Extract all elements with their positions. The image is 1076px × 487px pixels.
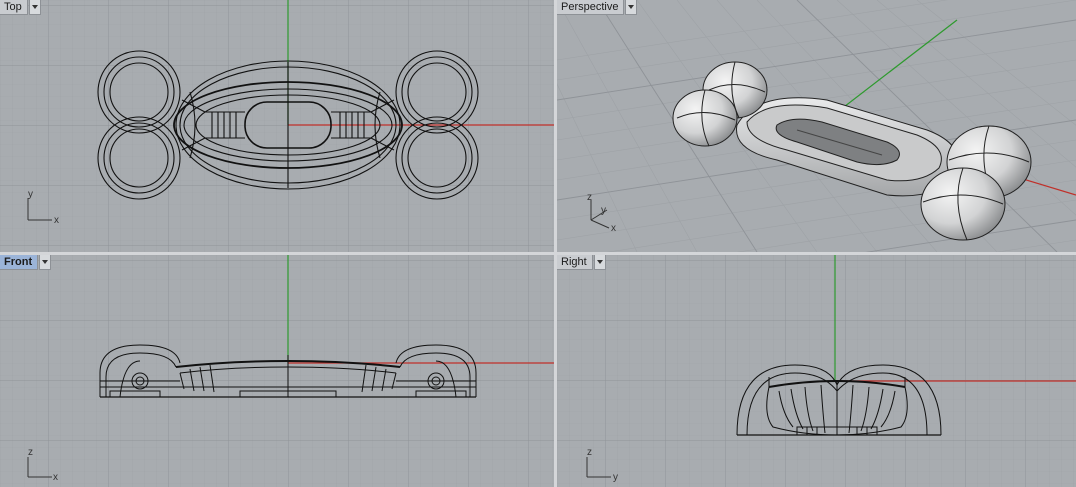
perspective-model [672, 61, 1032, 241]
axis-label-y: y [28, 189, 33, 200]
axis-label-x: x [53, 472, 58, 483]
viewport-title: Front [0, 255, 39, 270]
axis-label-y: y [613, 472, 618, 483]
viewport-tab-right[interactable]: Right [557, 255, 606, 270]
viewport-top[interactable]: Top y x [0, 0, 554, 252]
perspective-view-scene: z y x [557, 0, 1076, 252]
viewport-menu-arrow-icon[interactable] [593, 255, 606, 270]
viewport-right[interactable]: Right z y [557, 255, 1076, 487]
axis-label-x: x [54, 215, 59, 226]
axis-label-y: y [601, 205, 606, 216]
viewport-menu-arrow-icon[interactable] [625, 0, 638, 15]
viewport-perspective[interactable]: Perspective z y x [557, 0, 1076, 252]
axis-label-z: z [587, 192, 592, 203]
viewport-tab-top[interactable]: Top [0, 0, 41, 15]
viewport-menu-arrow-icon[interactable] [39, 255, 52, 270]
axis-label-x: x [611, 223, 616, 234]
axis-label-z: z [28, 447, 33, 458]
right-view-scene: z y [557, 255, 1076, 487]
viewport-title: Perspective [557, 0, 625, 15]
front-view-scene: z x [0, 255, 554, 487]
viewport-front[interactable]: Front z x [0, 255, 554, 487]
viewport-tab-perspective[interactable]: Perspective [557, 0, 638, 15]
top-view-scene: y x [0, 0, 554, 252]
viewport-title: Right [557, 255, 593, 270]
viewport-splitter-horizontal[interactable] [0, 252, 1076, 255]
viewport-title: Top [0, 0, 28, 15]
viewport-menu-arrow-icon[interactable] [28, 0, 41, 15]
viewport-splitter-vertical[interactable] [554, 0, 557, 487]
viewport-tab-front[interactable]: Front [0, 255, 52, 270]
axis-label-z: z [587, 447, 592, 458]
